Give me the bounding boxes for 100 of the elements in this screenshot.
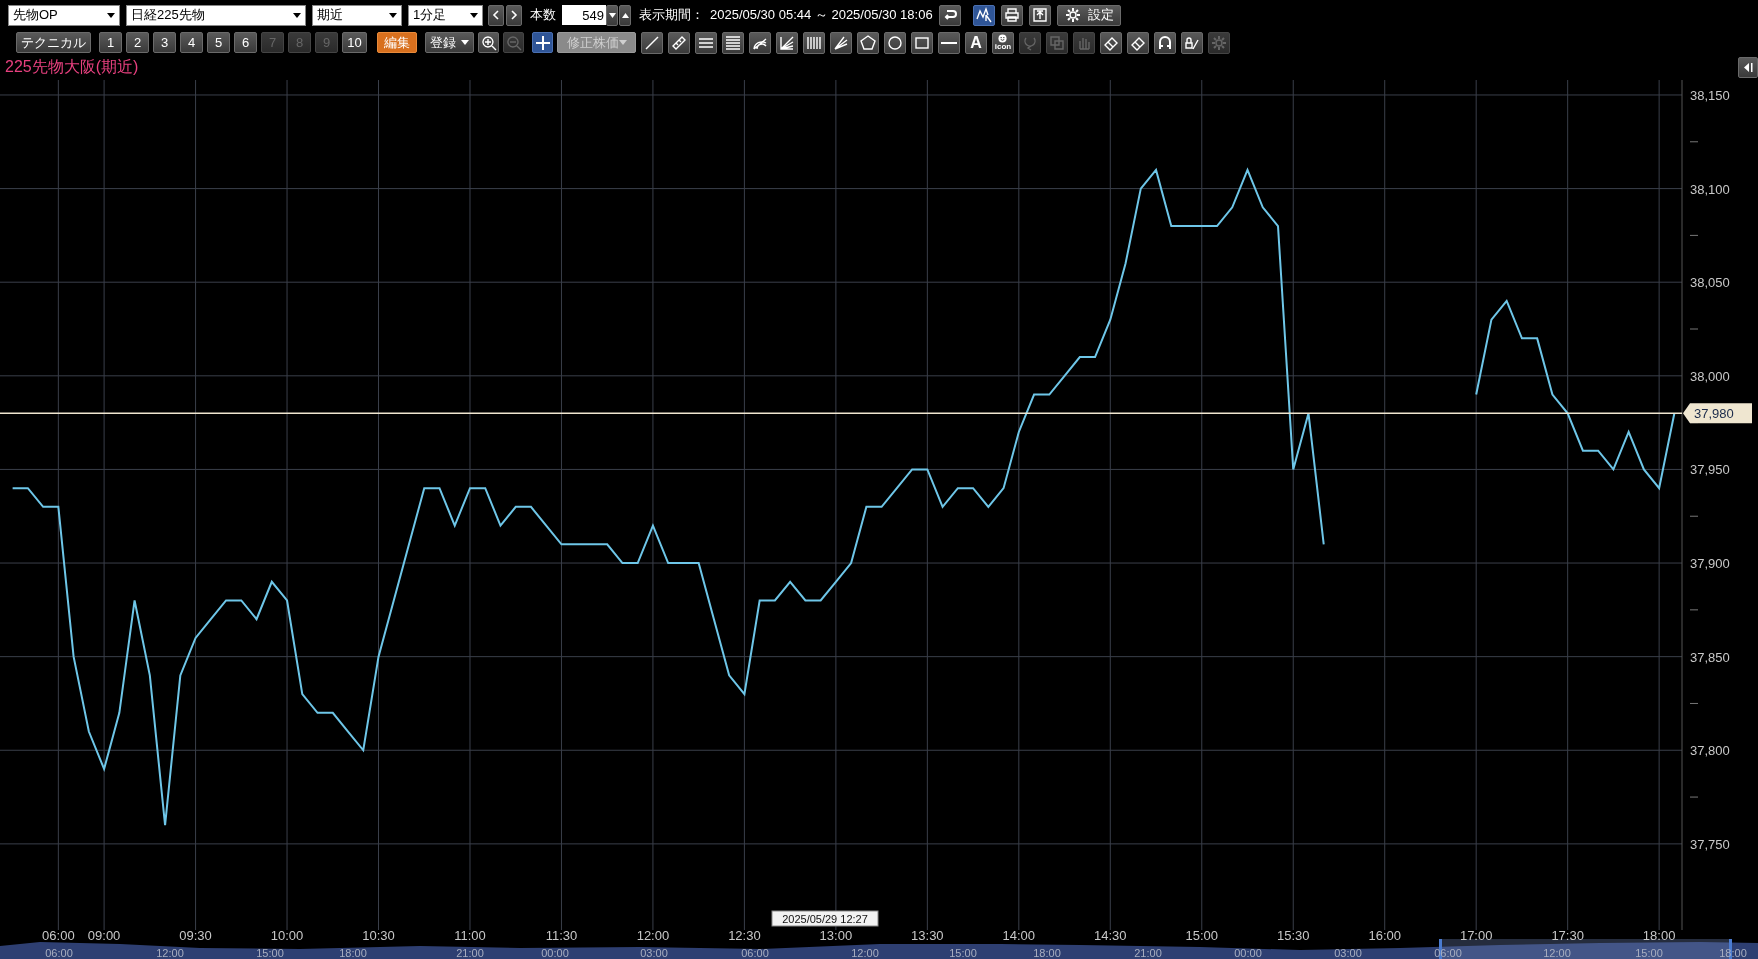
dropdown[interactable]: 日経225先物 [126, 4, 306, 26]
overview-time-label: 15:00 [1635, 947, 1663, 959]
price-axis-label: 38,000 [1690, 368, 1730, 384]
price-axis-label: 38,150 [1690, 88, 1730, 103]
drawing-tool-button[interactable] [938, 31, 960, 54]
zoom-button[interactable] [478, 32, 499, 53]
down-triangle-icon [608, 12, 616, 18]
settings-icon [1210, 33, 1228, 52]
collapse-button[interactable] [1738, 56, 1758, 78]
toolbar-button[interactable] [972, 4, 995, 26]
square-icon [915, 36, 929, 49]
overview-time-label: 18:00 [339, 947, 367, 959]
overview-time-label: 21:00 [456, 947, 484, 959]
ref-line-label: 37,980 [1694, 406, 1734, 422]
preset-button[interactable]: 2 [126, 32, 149, 53]
drawing-tool-button[interactable] [1181, 31, 1203, 54]
caret-icon [470, 12, 478, 18]
line-icon [940, 40, 958, 45]
bar-count-label: 本数 [530, 6, 556, 25]
overview-time-label: 00:00 [541, 947, 569, 959]
overview-time-label: 21:00 [1134, 947, 1162, 959]
drawing-tool-button[interactable] [722, 31, 744, 54]
drawing-tool-button[interactable]: icon [992, 31, 1014, 54]
time-axis-label: 13:30 [911, 928, 944, 943]
drawing-tool-button[interactable] [668, 31, 690, 54]
overview-time-label: 12:00 [156, 947, 184, 959]
chevron-right-icon [510, 10, 518, 20]
increase-button[interactable] [619, 4, 631, 26]
overview-time-label: 03:00 [640, 947, 668, 959]
time-axis-label: 18:00 [1642, 928, 1676, 943]
time-axis-label: 15:00 [1185, 928, 1219, 943]
drawing-tool-button[interactable] [857, 31, 879, 54]
technical-button[interactable]: テクニカル [16, 32, 91, 53]
drawing-tool-button[interactable] [776, 31, 798, 54]
drawing-tool-button[interactable] [695, 31, 717, 54]
price-axis-label: 37,850 [1690, 649, 1730, 665]
overview-time-label: 12:00 [1543, 947, 1571, 959]
price-axis-label: 37,900 [1690, 556, 1730, 572]
toolbar-button[interactable] [938, 4, 961, 26]
toolbar-button[interactable] [1000, 4, 1023, 26]
time-axis-label: 11:00 [454, 928, 486, 943]
drawing-tool-button[interactable] [803, 31, 825, 54]
overview-time-label: 15:00 [949, 947, 977, 959]
caret-icon [461, 40, 469, 45]
drawing-tool-button[interactable] [884, 31, 906, 54]
preset-button[interactable]: 1 [99, 32, 122, 53]
caret-icon [618, 40, 627, 45]
overview-time-label: 06:00 [741, 947, 769, 959]
preset-button[interactable]: 4 [180, 32, 203, 53]
dropdown[interactable]: 1分足 [408, 4, 483, 26]
next-button[interactable] [506, 4, 522, 26]
preset-button[interactable]: 3 [153, 32, 176, 53]
price-axis-label: 37,950 [1690, 462, 1730, 478]
price-axis-label: 37,800 [1690, 743, 1730, 759]
time-axis-label: 16:00 [1368, 928, 1401, 943]
chart-title: 225先物大阪(期近) [4, 57, 139, 77]
preset-button[interactable]: 10 [342, 32, 367, 53]
time-axis-label: 11:30 [545, 928, 578, 943]
pentagon-icon [859, 33, 877, 52]
time-axis-label: 17:00 [1459, 928, 1493, 943]
time-axis-label: 10:00 [270, 928, 304, 943]
bar-count-field[interactable]: 549 [562, 5, 606, 25]
drawing-tool-button[interactable] [1154, 31, 1176, 54]
crosshair-button[interactable] [532, 32, 553, 53]
smiley-icon [998, 34, 1008, 43]
decrease-button[interactable] [606, 4, 618, 26]
dropdown[interactable]: 先物OP [8, 4, 120, 26]
previous-button[interactable] [488, 4, 504, 26]
drawing-tool-button[interactable] [641, 31, 663, 54]
drawing-tool-button[interactable] [1127, 31, 1149, 54]
time-axis-label: 12:30 [728, 928, 761, 943]
time-axis-label: 14:00 [1002, 928, 1036, 943]
caret-icon [389, 12, 397, 18]
settings-button[interactable]: 設定 [1056, 4, 1121, 26]
zoom-out-icon [504, 33, 523, 52]
preset-button[interactable]: 5 [207, 32, 230, 53]
overview-time-label: 12:00 [851, 947, 879, 959]
time-axis-label: 13:00 [819, 928, 853, 943]
drawing-tool-button[interactable] [749, 31, 771, 54]
preset-button[interactable]: 6 [234, 32, 257, 53]
register-dropdown[interactable]: 登録 [425, 32, 474, 53]
up-triangle-icon [621, 12, 629, 18]
drawing-tool-button[interactable]: A [965, 31, 987, 54]
caret-icon [107, 12, 115, 18]
drawing-tool-button[interactable] [1100, 31, 1122, 54]
drawing-tool-button[interactable] [830, 31, 852, 54]
lines-icon [724, 33, 742, 52]
drawing-tool-button[interactable] [911, 31, 933, 54]
lines-icon [698, 37, 714, 48]
magnet-icon [1156, 33, 1174, 52]
settings-icon [1063, 6, 1082, 24]
price-axis-label: 37,750 [1690, 836, 1730, 852]
toolbar-button[interactable] [1028, 4, 1051, 26]
line-icon [645, 35, 659, 50]
copy-icon [1048, 33, 1066, 52]
period-label: 表示期間： [639, 6, 704, 25]
dropdown[interactable]: 期近 [312, 4, 402, 26]
overview-time-label: 18:00 [1033, 947, 1061, 959]
overview-time-label: 03:00 [1334, 947, 1362, 959]
export-icon [1030, 6, 1049, 24]
